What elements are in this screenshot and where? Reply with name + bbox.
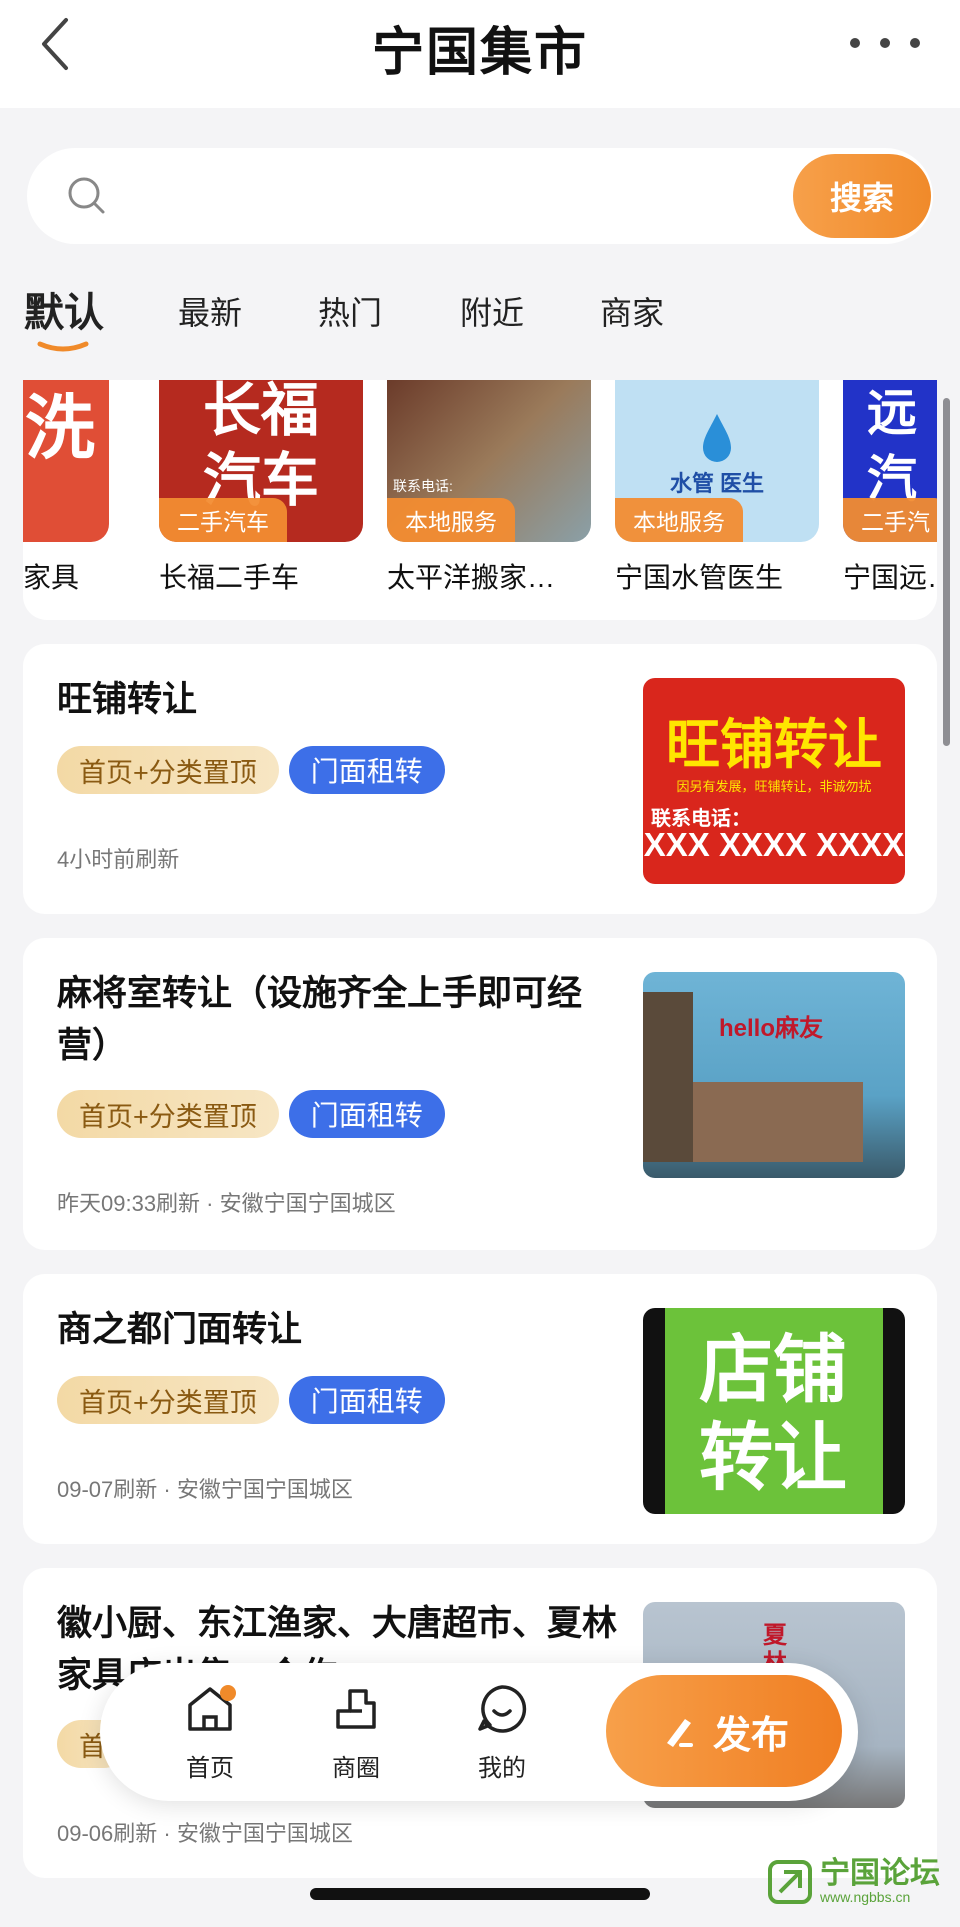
home-indicator[interactable]: [310, 1888, 650, 1900]
category-badge: 二手汽车: [159, 498, 287, 542]
listing-card[interactable]: 麻将室转让（设施齐全上手即可经营） 首页+分类置顶 门面租转 昨天09:33刷新…: [23, 938, 937, 1250]
publish-button[interactable]: 发布: [606, 1675, 842, 1787]
listing-meta: 09-06刷新 · 安徽宁国宁国城区: [57, 1821, 353, 1846]
category-name: 家具: [23, 562, 80, 593]
forum-logo-icon: [768, 1860, 812, 1904]
tab-default[interactable]: 默认: [24, 280, 104, 338]
image-subtext: 因另有发展，旺铺转让，非诚勿扰: [676, 779, 872, 794]
category-item-furniture[interactable]: 洗 家具: [23, 380, 109, 596]
search-bar: 搜索: [27, 148, 933, 244]
thumbnail-text: 远汽: [867, 385, 917, 507]
image-text: 旺铺转让: [666, 715, 882, 775]
category-tag: 门面租转: [288, 1090, 445, 1138]
category-item-yuan-car[interactable]: 远汽 二手汽 宁国远…: [843, 380, 937, 596]
tab-merchants[interactable]: 商家: [600, 288, 664, 334]
category-thumbnail: 长福汽车 二手汽车: [159, 380, 363, 542]
nav-label: 商圈: [332, 1755, 380, 1782]
profile-icon: [478, 1685, 527, 1733]
pencil-icon: [666, 1719, 693, 1747]
site-watermark: 宁国论坛 www.ngbbs.cn: [766, 1858, 940, 1906]
bottom-navigation: 首页 商圈 我的 发布: [100, 1663, 858, 1801]
category-item-moving[interactable]: 联系电话: 本地服务 太平洋搬家…: [387, 380, 591, 596]
thumbnail-text: 长福汽车: [202, 380, 319, 513]
publish-label: 发布: [712, 1714, 789, 1757]
category-tag: 门面租转: [288, 1376, 445, 1424]
active-tab-indicator: [37, 341, 89, 352]
nav-label: 首页: [186, 1755, 234, 1782]
thumbnail-text: 洗: [25, 389, 95, 467]
category-thumbnail: 联系电话: 本地服务: [387, 380, 591, 542]
listing-meta: 昨天09:33刷新 · 安徽宁国宁国城区: [57, 1191, 396, 1216]
more-dot-icon: [850, 38, 860, 48]
tab-nearby[interactable]: 附近: [460, 288, 524, 334]
more-dot-icon: [880, 38, 890, 48]
thumbnail-text: 水管 医生: [669, 471, 765, 496]
pinned-tag: 首页+分类置顶: [57, 1376, 279, 1424]
listing-card[interactable]: 旺铺转让 首页+分类置顶 门面租转 4小时前刷新 旺铺转让 因另有发展，旺铺转让…: [23, 644, 937, 914]
category-thumbnail: 水管 医生 本地服务: [615, 380, 819, 542]
category-item-used-car[interactable]: 长福汽车 二手汽车 长福二手车: [159, 380, 363, 596]
listing-title: 麻将室转让（设施齐全上手即可经营）: [57, 974, 583, 1065]
pinned-tag: 首页+分类置顶: [57, 746, 279, 794]
thumbnail-text: 联系电话:: [393, 478, 453, 494]
nav-item-home[interactable]: 首页: [160, 1681, 260, 1783]
category-name: 太平洋搬家…: [387, 562, 556, 593]
search-button[interactable]: 搜索: [793, 154, 931, 238]
listing-image: 店铺转让: [643, 1308, 905, 1514]
nav-label: 我的: [478, 1755, 526, 1782]
listing-meta: 4小时前刷新: [57, 847, 180, 872]
category-item-plumber[interactable]: 水管 医生 本地服务 宁国水管医生: [615, 380, 819, 596]
featured-category-row: 洗 家具 长福汽车 二手汽车 长福二手车 联系电话: 本地服务 太平洋搬家… 水…: [23, 380, 937, 620]
nav-item-profile[interactable]: 我的: [452, 1681, 552, 1783]
listing-card[interactable]: 商之都门面转让 首页+分类置顶 门面租转 09-07刷新 · 安徽宁国宁国城区 …: [23, 1274, 937, 1544]
home-icon: [188, 1685, 236, 1731]
image-text: 店铺转让: [699, 1328, 847, 1499]
category-name: 长福二手车: [159, 562, 300, 593]
category-thumbnail: 洗: [23, 380, 109, 542]
listing-tags: 首页+分类置顶 门面租转: [57, 746, 445, 794]
scrollbar[interactable]: [943, 398, 950, 746]
image-phone: XXX XXXX XXXX: [643, 826, 905, 863]
category-name: 宁国远…: [843, 562, 937, 593]
watermark-name: 宁国论坛: [820, 1857, 940, 1890]
category-badge: 本地服务: [615, 498, 743, 542]
search-icon: [68, 177, 105, 214]
more-options-button[interactable]: [850, 26, 920, 60]
nav-item-shop-circle[interactable]: 商圈: [306, 1681, 406, 1783]
category-badge: 二手汽: [843, 498, 937, 542]
listing-tags: 首页+分类置顶 门面租转: [57, 1090, 445, 1138]
category-thumbnail: 远汽 二手汽: [843, 380, 937, 542]
pinned-tag: 首页+分类置顶: [57, 1090, 279, 1138]
search-input[interactable]: [137, 172, 777, 220]
listing-meta: 09-07刷新 · 安徽宁国宁国城区: [57, 1477, 353, 1502]
page-title: 宁国集市: [371, 24, 588, 82]
listing-title: 商之都门面转让: [57, 1310, 303, 1349]
water-drop-icon: [703, 414, 731, 462]
tab-latest[interactable]: 最新: [178, 288, 242, 334]
category-tag: 门面租转: [288, 746, 445, 794]
listing-image: hello麻友: [643, 972, 905, 1178]
listing-image: 旺铺转让 因另有发展，旺铺转让，非诚勿扰 联系电话： XXX XXXX XXXX: [643, 678, 905, 884]
shelf-shape: [643, 992, 693, 1162]
watermark-url: www.ngbbs.cn: [820, 1889, 911, 1905]
category-badge: 本地服务: [387, 498, 515, 542]
listing-tags: 首页+分类置顶 门面租转: [57, 1376, 445, 1424]
more-dot-icon: [910, 38, 920, 48]
shop-circle-icon: [336, 1689, 376, 1729]
filter-tabs: 默认 最新 热门 附近 商家: [0, 278, 960, 358]
top-navigation-bar: 宁国集市: [0, 0, 960, 108]
category-name: 宁国水管医生: [615, 562, 784, 593]
image-text: hello麻友: [719, 1015, 824, 1042]
counter-shape: [693, 1082, 863, 1162]
tab-hot[interactable]: 热门: [318, 288, 382, 334]
listing-title: 旺铺转让: [57, 680, 198, 719]
